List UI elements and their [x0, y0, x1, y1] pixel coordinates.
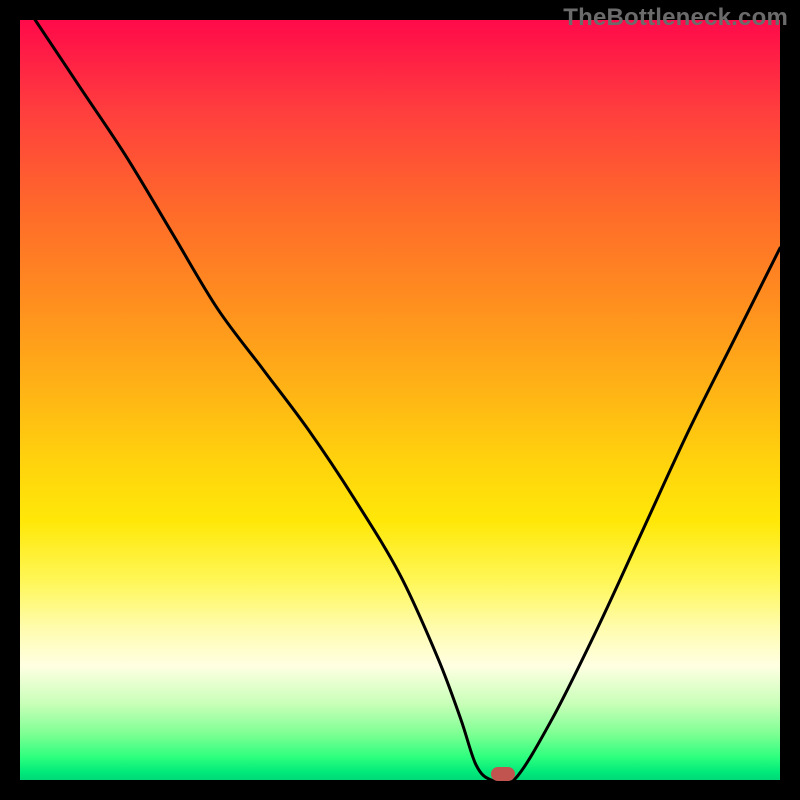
optimum-marker [491, 767, 515, 781]
watermark-text: TheBottleneck.com [563, 4, 788, 32]
bottleneck-curve [20, 20, 780, 780]
chart-frame: TheBottleneck.com [0, 0, 800, 800]
plot-area [20, 20, 780, 780]
